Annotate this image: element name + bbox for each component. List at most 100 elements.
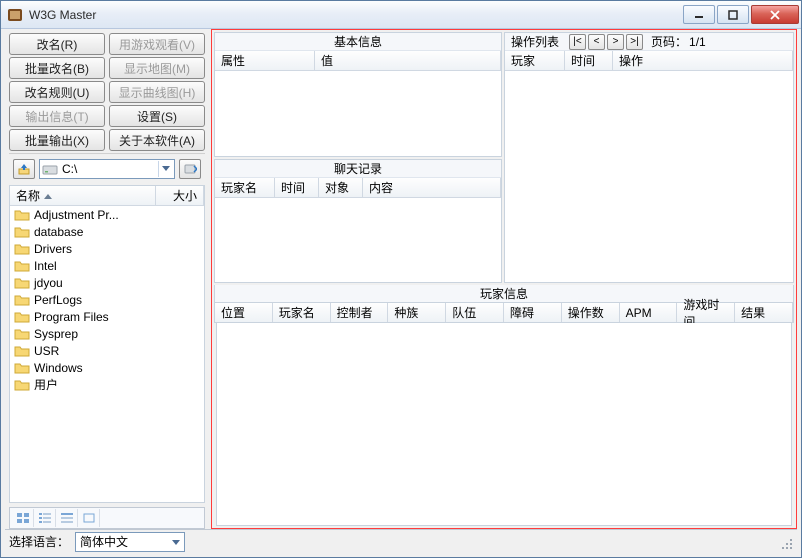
players-body[interactable] <box>216 323 792 526</box>
settings-button[interactable]: 设置(S) <box>109 105 205 127</box>
watch-game-button[interactable]: 用游戏观看(V) <box>109 33 205 55</box>
basic-info-body[interactable] <box>215 71 501 156</box>
players-col[interactable]: 玩家名 <box>273 303 331 322</box>
chat-body[interactable] <box>215 198 501 283</box>
up-button[interactable] <box>13 159 35 179</box>
show-curve-button[interactable]: 显示曲线图(H) <box>109 81 205 103</box>
col-chat-player[interactable]: 玩家名 <box>215 178 275 197</box>
col-size[interactable]: 大小 <box>156 186 204 205</box>
drive-combo[interactable]: C:\ <box>39 159 175 179</box>
chat-title: 聊天记录 <box>215 160 501 178</box>
list-item[interactable]: Sysprep <box>10 325 204 342</box>
col-attr[interactable]: 属性 <box>215 51 315 70</box>
oplist-body[interactable] <box>505 71 793 282</box>
folder-icon <box>14 208 30 222</box>
col-name[interactable]: 名称 <box>10 186 156 205</box>
titlebar[interactable]: W3G Master <box>1 1 801 29</box>
col-value[interactable]: 值 <box>315 51 501 70</box>
col-chat-content[interactable]: 内容 <box>363 178 501 197</box>
left-pane: 改名(R) 用游戏观看(V) 批量改名(B) 显示地图(M) 改名规则(U) 显… <box>5 29 209 529</box>
folder-icon <box>14 327 30 341</box>
players-col[interactable]: 游戏时间 <box>677 303 735 322</box>
chat-panel: 聊天记录 玩家名 时间 对象 内容 <box>214 159 502 284</box>
oplist-header[interactable]: 玩家 时间 操作 <box>505 51 793 71</box>
list-item[interactable]: PerfLogs <box>10 291 204 308</box>
view-list-button[interactable] <box>34 509 56 527</box>
about-button[interactable]: 关于本软件(A) <box>109 129 205 151</box>
list-item[interactable]: Intel <box>10 257 204 274</box>
list-item[interactable]: USR <box>10 342 204 359</box>
list-item[interactable]: Windows <box>10 359 204 376</box>
batch-rename-button[interactable]: 批量改名(B) <box>9 57 105 79</box>
rename-rule-button[interactable]: 改名规则(U) <box>9 81 105 103</box>
file-name: Sysprep <box>34 327 78 341</box>
basic-info-header[interactable]: 属性 值 <box>215 51 501 71</box>
view-bar <box>9 507 205 529</box>
view-icons-button[interactable] <box>12 509 34 527</box>
batch-output-button[interactable]: 批量输出(X) <box>9 129 105 151</box>
view-details-button[interactable] <box>56 509 78 527</box>
players-header[interactable]: 位置玩家名控制者种族队伍障碍操作数APM游戏时间结果 <box>214 303 794 323</box>
lang-combo[interactable]: 简体中文 <box>75 532 185 552</box>
file-name: Program Files <box>34 310 109 324</box>
folder-icon <box>14 276 30 290</box>
list-item[interactable]: Drivers <box>10 240 204 257</box>
app-icon <box>7 7 23 23</box>
list-item[interactable]: jdyou <box>10 274 204 291</box>
list-item[interactable]: database <box>10 223 204 240</box>
view-thumb-button[interactable] <box>78 509 100 527</box>
rename-button[interactable]: 改名(R) <box>9 33 105 55</box>
col-chat-time[interactable]: 时间 <box>275 178 319 197</box>
chat-header[interactable]: 玩家名 时间 对象 内容 <box>215 178 501 198</box>
folder-icon <box>14 310 30 324</box>
players-col[interactable]: 位置 <box>215 303 273 322</box>
page-first-button[interactable]: |< <box>569 34 586 50</box>
chevron-down-icon <box>158 161 172 177</box>
players-col[interactable]: 种族 <box>388 303 446 322</box>
minimize-button[interactable] <box>683 5 715 24</box>
output-info-button[interactable]: 输出信息(T) <box>9 105 105 127</box>
col-chat-target[interactable]: 对象 <box>319 178 363 197</box>
file-name: jdyou <box>34 276 63 290</box>
players-col[interactable]: 队伍 <box>446 303 504 322</box>
players-col[interactable]: 控制者 <box>331 303 389 322</box>
page-prev-button[interactable]: < <box>588 34 605 50</box>
file-name: PerfLogs <box>34 293 82 307</box>
status-bar: 选择语言： 简体中文 <box>5 529 797 553</box>
close-button[interactable] <box>751 5 799 24</box>
page-last-button[interactable]: >| <box>626 34 643 50</box>
file-list[interactable]: 名称 大小 Adjustment Pr... database DriversInt… <box>9 185 205 503</box>
drive-label: C:\ <box>62 162 77 176</box>
sort-asc-icon <box>44 189 52 203</box>
drive-out-button[interactable] <box>179 159 201 179</box>
list-item[interactable]: Adjustment Pr... <box>10 206 204 223</box>
basic-info-title: 基本信息 <box>215 33 501 51</box>
col-op-op[interactable]: 操作 <box>613 51 793 70</box>
page-next-button[interactable]: > <box>607 34 624 50</box>
window: W3G Master 改名(R) 用游戏观看(V) 批量改名(B) 显示地图(M… <box>0 0 802 558</box>
oplist-titlebar: 操作列表 |< < > >| 页码： 1/1 <box>505 33 793 51</box>
maximize-button[interactable] <box>717 5 749 24</box>
folder-icon <box>14 378 30 392</box>
show-map-button[interactable]: 显示地图(M) <box>109 57 205 79</box>
file-list-body[interactable]: Adjustment Pr... database DriversIntel jdyo… <box>10 206 204 502</box>
players-col[interactable]: 结果 <box>735 303 793 322</box>
toolbar-divider <box>9 153 205 155</box>
folder-icon <box>14 293 30 307</box>
list-item[interactable]: Program Files <box>10 308 204 325</box>
file-list-header[interactable]: 名称 大小 <box>10 186 204 206</box>
col-op-time[interactable]: 时间 <box>565 51 613 70</box>
players-col[interactable]: 障碍 <box>504 303 562 322</box>
basic-info-panel: 基本信息 属性 值 <box>214 32 502 157</box>
file-name: database <box>34 225 83 239</box>
chevron-down-icon <box>172 535 180 549</box>
toolbar: 改名(R) 用游戏观看(V) 批量改名(B) 显示地图(M) 改名规则(U) 显… <box>5 29 209 181</box>
folder-icon <box>14 259 30 273</box>
resize-grip[interactable] <box>777 534 793 550</box>
file-name: Drivers <box>34 242 72 256</box>
players-col[interactable]: APM <box>620 303 678 322</box>
players-col[interactable]: 操作数 <box>562 303 620 322</box>
col-op-player[interactable]: 玩家 <box>505 51 565 70</box>
file-name: Windows <box>34 361 83 375</box>
list-item[interactable]: 用户 <box>10 376 204 393</box>
